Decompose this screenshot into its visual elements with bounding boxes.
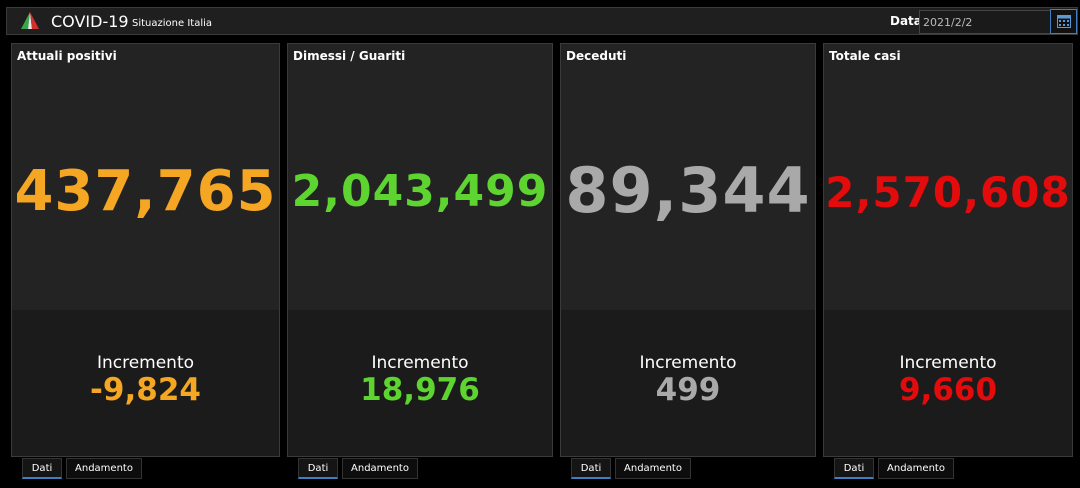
card-title: Attuali positivi: [17, 49, 117, 63]
increment-value: 499: [655, 372, 721, 408]
app-subtitle: Situazione Italia: [132, 18, 213, 29]
card-value: 437,765: [14, 159, 277, 224]
increment-label: Incremento: [96, 353, 195, 373]
italy-logo-icon: [21, 12, 39, 29]
card-deceduti: Deceduti 89,344 Incremento 499: [560, 43, 816, 457]
tab-andamento[interactable]: Andamento: [615, 458, 691, 479]
card-title: Totale casi: [829, 49, 901, 63]
date-input[interactable]: [919, 10, 1053, 34]
tab-andamento[interactable]: Andamento: [342, 458, 418, 479]
increment-value: 18,976: [360, 372, 480, 408]
card-value: 2,570,608: [825, 168, 1071, 217]
tab-dati[interactable]: Dati: [571, 458, 611, 479]
card-increment-panel: Incremento 499: [561, 310, 815, 456]
tab-andamento[interactable]: Andamento: [66, 458, 142, 479]
tab-andamento[interactable]: Andamento: [878, 458, 954, 479]
card-attuali-positivi: Attuali positivi 437,765 Incremento -9,8…: [11, 43, 280, 457]
card-increment-panel: Incremento 18,976: [288, 310, 552, 456]
tab-dati[interactable]: Dati: [22, 458, 62, 479]
app-title: COVID-19: [51, 12, 129, 31]
card-value: 89,344: [565, 154, 811, 227]
date-label: Data: [890, 14, 922, 28]
calendar-button[interactable]: [1050, 9, 1077, 34]
header-bar: COVID-19 Situazione Italia Data: [6, 7, 1078, 35]
calendar-icon: [1057, 15, 1071, 28]
tab-dati[interactable]: Dati: [298, 458, 338, 479]
card-value: 2,043,499: [291, 166, 549, 217]
card-totale-casi: Totale casi 2,570,608 Incremento 9,660: [823, 43, 1073, 457]
increment-value: -9,824: [90, 372, 201, 408]
increment-value: 9,660: [898, 372, 998, 408]
card-dimessi-guariti: Dimessi / Guariti 2,043,499 Incremento 1…: [287, 43, 553, 457]
increment-label: Incremento: [639, 353, 737, 373]
card-increment-panel: Incremento 9,660: [824, 310, 1072, 456]
card-title: Dimessi / Guariti: [293, 49, 406, 63]
card-increment-panel: Incremento -9,824: [12, 310, 279, 456]
increment-label: Incremento: [371, 353, 469, 373]
tab-dati[interactable]: Dati: [834, 458, 874, 479]
increment-label: Incremento: [899, 353, 997, 373]
card-title: Deceduti: [566, 49, 627, 63]
